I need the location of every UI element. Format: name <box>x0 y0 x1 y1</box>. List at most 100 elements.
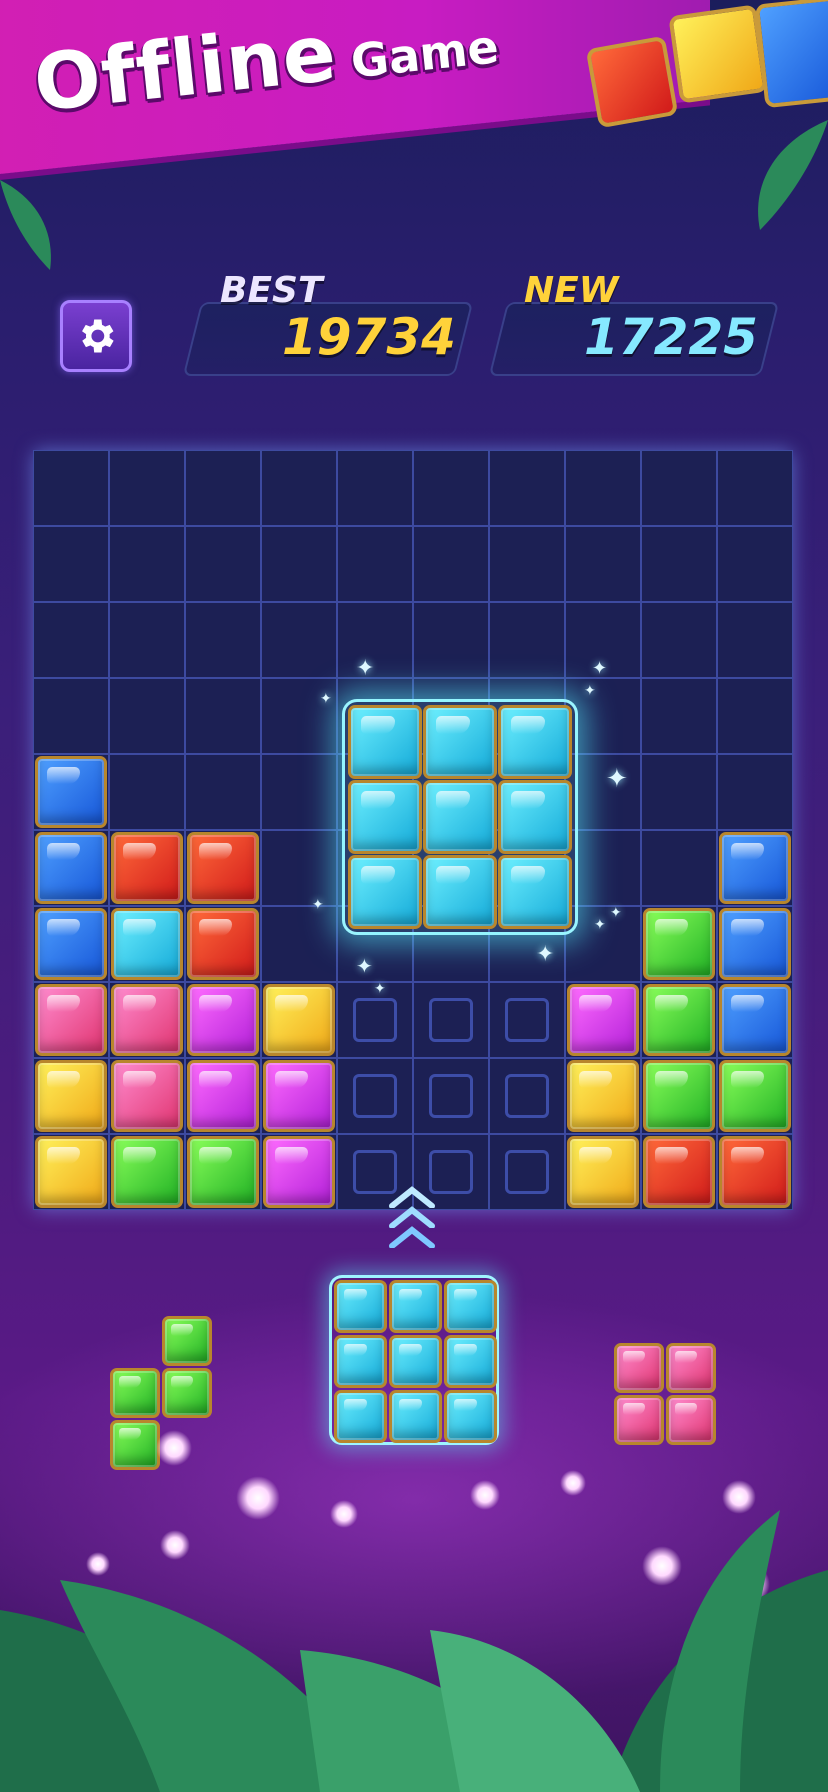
board-cell[interactable] <box>565 678 641 754</box>
dragged-cyan-block <box>348 855 422 929</box>
blue-block <box>719 984 791 1056</box>
board-cell[interactable] <box>185 450 261 526</box>
drop-target-slot <box>353 1074 397 1118</box>
tray-cyan-block <box>389 1335 442 1388</box>
board-cell[interactable] <box>185 678 261 754</box>
board-cell[interactable] <box>337 450 413 526</box>
foliage-decoration <box>0 1510 828 1792</box>
board-cell[interactable] <box>413 526 489 602</box>
board-cell[interactable] <box>413 602 489 678</box>
sparkle-icon: ✦ <box>312 897 324 913</box>
board-cell[interactable] <box>641 602 717 678</box>
board-cell[interactable] <box>261 678 337 754</box>
board-cell[interactable] <box>413 450 489 526</box>
board-cell[interactable] <box>489 526 565 602</box>
board-cell[interactable] <box>717 526 793 602</box>
red-block <box>187 832 259 904</box>
board-cell[interactable] <box>185 526 261 602</box>
blue-block <box>719 832 791 904</box>
board-cell[interactable] <box>261 754 337 830</box>
light-orb <box>560 1470 586 1496</box>
magenta-block <box>187 1060 259 1132</box>
tray-cyan-block <box>334 1390 387 1443</box>
board-cell[interactable] <box>641 754 717 830</box>
chevron-up-icon <box>389 1206 435 1228</box>
dragged-cyan-block <box>423 855 497 929</box>
board-cell[interactable] <box>641 450 717 526</box>
sparkle-icon: ✦ <box>356 954 373 978</box>
board-cell[interactable] <box>33 450 109 526</box>
board-cell[interactable] <box>261 906 337 982</box>
board-cell[interactable] <box>33 526 109 602</box>
sparkle-icon: ✦ <box>610 905 622 921</box>
board-cell[interactable] <box>565 450 641 526</box>
board-cell[interactable] <box>717 754 793 830</box>
pink-block <box>111 984 183 1056</box>
dragged-cyan-block <box>423 705 497 779</box>
tray-pink-block <box>614 1343 664 1393</box>
board-cell[interactable] <box>261 450 337 526</box>
red-block <box>187 908 259 980</box>
magenta-block <box>187 984 259 1056</box>
cyan-block <box>111 908 183 980</box>
sparkle-icon: ✦ <box>584 683 596 699</box>
board-cell[interactable] <box>33 678 109 754</box>
board-cell[interactable] <box>717 450 793 526</box>
board-cell[interactable] <box>33 602 109 678</box>
board-cell[interactable] <box>489 450 565 526</box>
board-cell[interactable] <box>261 602 337 678</box>
best-score: 19734 <box>282 308 456 366</box>
board-cell[interactable] <box>641 830 717 906</box>
green-block <box>187 1136 259 1208</box>
chevron-up-icon <box>389 1186 435 1208</box>
board-cell[interactable] <box>489 602 565 678</box>
board-cell[interactable] <box>565 526 641 602</box>
tray-pink-block <box>614 1395 664 1445</box>
yellow-block <box>567 1136 639 1208</box>
board-cell[interactable] <box>261 526 337 602</box>
decorative-blue-gem <box>754 0 828 109</box>
green-block <box>719 1060 791 1132</box>
sparkle-icon: ✦ <box>374 981 386 997</box>
board-cell[interactable] <box>109 602 185 678</box>
settings-button[interactable] <box>60 300 132 372</box>
top-left-foliage <box>0 180 51 270</box>
green-block <box>643 908 715 980</box>
pink-block <box>111 1060 183 1132</box>
best-label: BEST <box>220 270 323 311</box>
board-cell[interactable] <box>641 526 717 602</box>
drop-target-slot <box>353 998 397 1042</box>
board-cell[interactable] <box>109 678 185 754</box>
tray-pink-block <box>666 1343 716 1393</box>
dragged-cyan-block <box>498 855 572 929</box>
magenta-block <box>567 984 639 1056</box>
dragged-cyan-block <box>348 780 422 854</box>
light-orb <box>470 1480 500 1510</box>
board-cell[interactable] <box>109 450 185 526</box>
board-cell[interactable] <box>261 830 337 906</box>
tray-cyan-block <box>334 1280 387 1333</box>
yellow-block <box>567 1060 639 1132</box>
board-cell[interactable] <box>565 754 641 830</box>
tray-cyan-block <box>444 1280 497 1333</box>
tray-green-block <box>110 1420 160 1470</box>
board-cell[interactable] <box>337 602 413 678</box>
light-orb <box>722 1480 756 1514</box>
decorative-red-gem <box>585 35 679 129</box>
board-cell[interactable] <box>109 526 185 602</box>
board-cell[interactable] <box>565 830 641 906</box>
drop-target-slot <box>429 998 473 1042</box>
board-cell[interactable] <box>109 754 185 830</box>
board-cell[interactable] <box>641 678 717 754</box>
banner-title-game: Game <box>348 19 502 89</box>
green-block <box>111 1136 183 1208</box>
board-cell[interactable] <box>717 602 793 678</box>
red-block <box>643 1136 715 1208</box>
board-cell[interactable] <box>337 526 413 602</box>
board-cell[interactable] <box>185 602 261 678</box>
top-right-foliage <box>758 120 828 230</box>
board-cell[interactable] <box>185 754 261 830</box>
sparkle-icon: ✦ <box>606 764 628 794</box>
pink-block <box>35 984 107 1056</box>
board-cell[interactable] <box>717 678 793 754</box>
